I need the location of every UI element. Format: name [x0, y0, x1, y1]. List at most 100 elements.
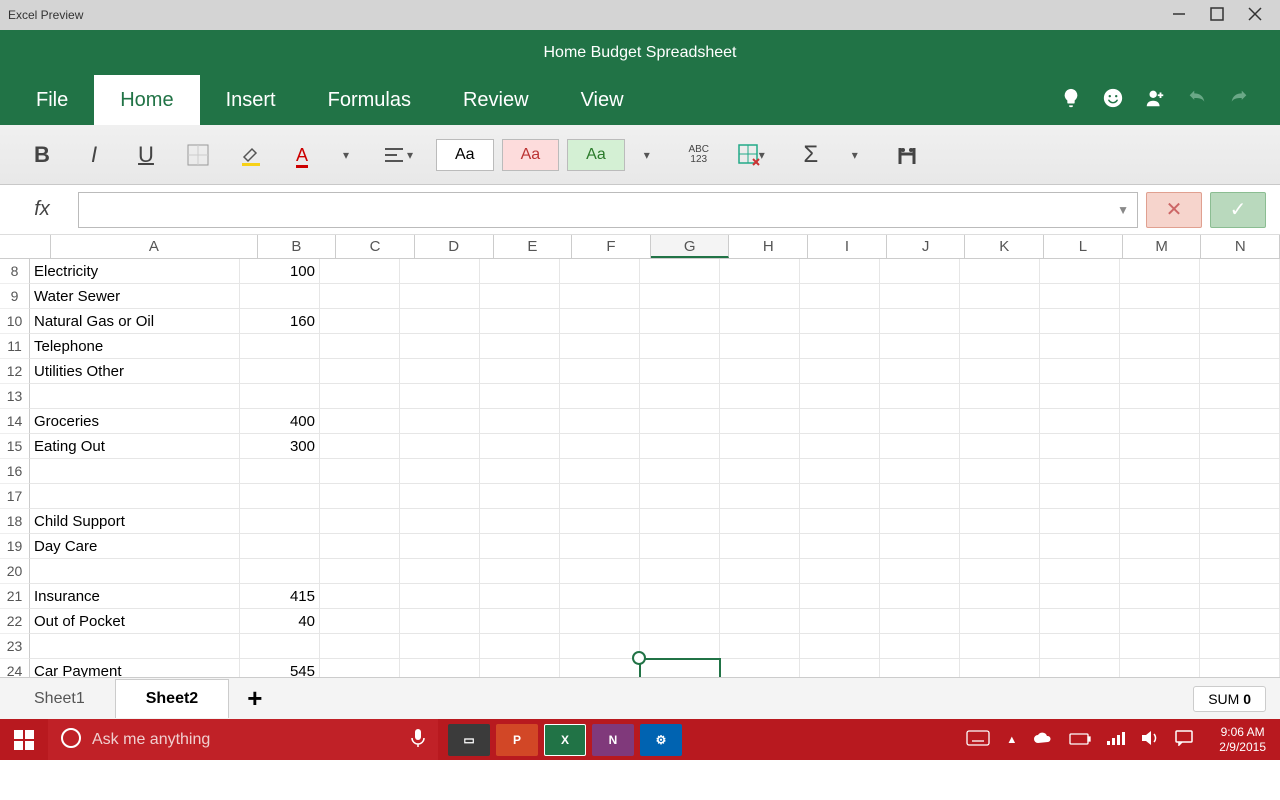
col-header-K[interactable]: K	[965, 235, 1044, 258]
tab-home[interactable]: Home	[94, 75, 199, 125]
cell[interactable]	[640, 359, 720, 384]
volume-icon[interactable]	[1141, 730, 1159, 749]
cell[interactable]	[880, 334, 960, 359]
sheet-tab-sheet1[interactable]: Sheet1	[4, 680, 115, 718]
cell[interactable]	[240, 559, 320, 584]
insert-cells-button[interactable]: ▾	[729, 133, 773, 177]
row-header[interactable]: 19	[0, 534, 30, 559]
cell[interactable]	[480, 659, 560, 677]
cell[interactable]: Child Support	[30, 509, 240, 534]
row-header[interactable]: 16	[0, 459, 30, 484]
cell[interactable]	[1200, 459, 1280, 484]
cell[interactable]	[960, 584, 1040, 609]
cell[interactable]	[480, 459, 560, 484]
cell-style-good[interactable]: Aa	[567, 139, 625, 171]
select-all-corner[interactable]	[0, 235, 51, 258]
cell[interactable]	[480, 284, 560, 309]
cell[interactable]	[640, 259, 720, 284]
row-header[interactable]: 23	[0, 634, 30, 659]
sheet-tab-sheet2[interactable]: Sheet2	[115, 679, 229, 718]
cell[interactable]	[800, 334, 880, 359]
cell[interactable]	[640, 459, 720, 484]
font-color-button[interactable]: A	[280, 133, 324, 177]
cell[interactable]	[880, 259, 960, 284]
cell[interactable]	[800, 359, 880, 384]
cell[interactable]	[240, 534, 320, 559]
cell[interactable]	[320, 459, 400, 484]
cell[interactable]	[720, 659, 800, 677]
microphone-icon[interactable]	[410, 728, 426, 751]
cell[interactable]	[1040, 634, 1120, 659]
cell[interactable]	[720, 359, 800, 384]
cell[interactable]	[320, 484, 400, 509]
cell[interactable]	[1120, 434, 1200, 459]
cell[interactable]	[1040, 309, 1120, 334]
cell[interactable]	[880, 634, 960, 659]
col-header-A[interactable]: A	[51, 235, 257, 258]
cell[interactable]: Water Sewer	[30, 284, 240, 309]
cell[interactable]	[1040, 334, 1120, 359]
cell[interactable]	[720, 284, 800, 309]
cell[interactable]	[880, 609, 960, 634]
cell[interactable]	[960, 559, 1040, 584]
cell[interactable]: Groceries	[30, 409, 240, 434]
cell[interactable]	[240, 509, 320, 534]
cell[interactable]	[560, 384, 640, 409]
italic-button[interactable]: I	[72, 133, 116, 177]
col-header-N[interactable]: N	[1201, 235, 1280, 258]
cell[interactable]	[30, 459, 240, 484]
cell[interactable]	[400, 384, 480, 409]
cell[interactable]	[1120, 584, 1200, 609]
cell[interactable]	[1120, 334, 1200, 359]
cell[interactable]	[720, 484, 800, 509]
styles-dropdown-icon[interactable]: ▾	[633, 133, 661, 177]
cell[interactable]	[800, 609, 880, 634]
cell[interactable]	[720, 559, 800, 584]
cell[interactable]	[1040, 609, 1120, 634]
cell[interactable]	[1200, 409, 1280, 434]
col-header-F[interactable]: F	[572, 235, 651, 258]
cell[interactable]	[1040, 659, 1120, 677]
cell[interactable]	[320, 259, 400, 284]
cell[interactable]	[800, 509, 880, 534]
cell[interactable]	[1200, 434, 1280, 459]
cell[interactable]	[240, 634, 320, 659]
cortana-icon[interactable]	[60, 727, 82, 752]
cell[interactable]	[320, 409, 400, 434]
cell[interactable]: Out of Pocket	[30, 609, 240, 634]
fill-color-button[interactable]	[228, 133, 272, 177]
cell[interactable]	[560, 609, 640, 634]
cell[interactable]	[560, 434, 640, 459]
cell[interactable]	[960, 659, 1040, 677]
cell[interactable]	[640, 534, 720, 559]
cell[interactable]	[1120, 284, 1200, 309]
cell[interactable]	[560, 534, 640, 559]
col-header-J[interactable]: J	[887, 235, 966, 258]
cell[interactable]	[960, 334, 1040, 359]
cell[interactable]	[960, 359, 1040, 384]
cell[interactable]	[1200, 559, 1280, 584]
cell[interactable]	[320, 359, 400, 384]
cell[interactable]	[640, 509, 720, 534]
add-sheet-button[interactable]: +	[229, 683, 280, 714]
cell[interactable]	[400, 309, 480, 334]
cell[interactable]	[640, 309, 720, 334]
start-button[interactable]	[0, 719, 48, 760]
cell[interactable]	[480, 559, 560, 584]
undo-icon[interactable]	[1186, 87, 1208, 114]
cell[interactable]	[800, 434, 880, 459]
cell[interactable]: Electricity	[30, 259, 240, 284]
cell[interactable]	[1040, 559, 1120, 584]
cell[interactable]	[400, 284, 480, 309]
cell[interactable]	[960, 484, 1040, 509]
cell[interactable]	[1120, 459, 1200, 484]
col-header-L[interactable]: L	[1044, 235, 1123, 258]
taskbar-app-settings[interactable]: ⚙	[640, 724, 682, 756]
cell[interactable]	[400, 334, 480, 359]
cell[interactable]	[1040, 284, 1120, 309]
cell[interactable]	[560, 634, 640, 659]
tab-view[interactable]: View	[555, 75, 650, 125]
search-input[interactable]	[92, 731, 400, 749]
cell[interactable]	[400, 484, 480, 509]
cell[interactable]: 415	[240, 584, 320, 609]
